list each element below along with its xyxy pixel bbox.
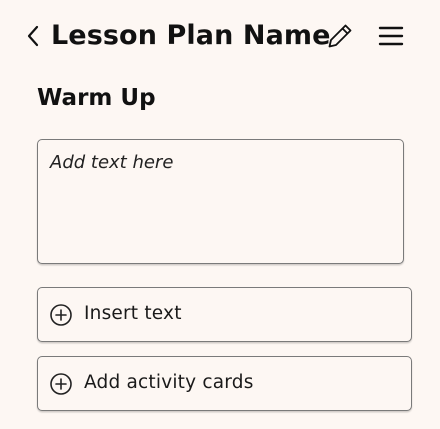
add-activity-cards-button[interactable]: Add activity cards [37,356,412,411]
hamburger-menu-icon [378,26,404,46]
lesson-plan-screen: Lesson Plan Name Warm Up Insert text [0,0,440,429]
back-button[interactable] [22,22,44,50]
chevron-left-icon [27,25,39,47]
pencil-icon [328,24,352,48]
warm-up-text-field[interactable] [37,139,404,264]
insert-text-button[interactable]: Insert text [37,287,412,342]
plus-circle-icon [50,304,72,326]
add-activity-cards-label: Add activity cards [84,372,254,393]
insert-text-label: Insert text [84,303,182,324]
plus-circle-icon [50,373,72,395]
header-bar: Lesson Plan Name [0,14,440,58]
section-title: Warm Up [37,85,156,111]
menu-button[interactable] [377,23,405,49]
edit-title-button[interactable] [325,21,355,51]
page-title: Lesson Plan Name [51,20,331,51]
